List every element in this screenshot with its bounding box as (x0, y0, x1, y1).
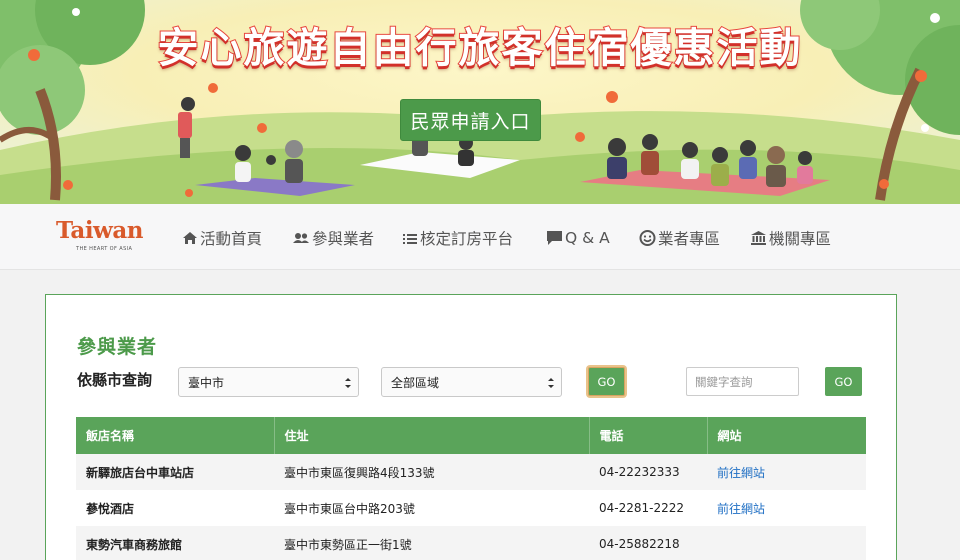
nav-item-vendors[interactable]: 參與業者 (292, 228, 374, 248)
banner-title: 安心旅遊自由行旅客住宿優惠活動 (157, 23, 803, 73)
nav-item-vendor-zone[interactable]: 業者專區 (639, 228, 720, 248)
nav-item-booking-platforms[interactable]: 核定訂房平台 (402, 228, 513, 248)
area-go-button[interactable]: GO (588, 367, 625, 396)
nav-item-home[interactable]: 活動首頁 (182, 228, 262, 248)
list-icon (403, 234, 417, 244)
nav-item-label: 機關專區 (769, 230, 832, 248)
hero-banner: 安心旅遊自由行旅客住宿優惠活動 民眾申請入口 (0, 0, 960, 204)
hotel-website-link[interactable]: 前往網站 (707, 490, 866, 526)
vendors-table: 飯店名稱 住址 電話 網站 新驛旅店台中車站店 臺中市東區復興路4段133號 0… (76, 417, 866, 560)
hotel-website-link[interactable] (707, 526, 866, 560)
taiwan-logo[interactable]: Taiwan THE HEART OF ASIA (56, 218, 156, 258)
column-header: 飯店名稱 (76, 417, 275, 454)
nav-item-agency-zone[interactable]: 機關專區 (750, 228, 831, 248)
district-select-value: 全部區域 (391, 375, 440, 390)
main-navbar: Taiwan THE HEART OF ASIA 活動首頁 參與業者 核定訂房平… (0, 204, 960, 270)
keyword-search-input[interactable]: 關鍵字查詢 (686, 367, 799, 396)
select-arrows-icon (345, 378, 351, 388)
comment-icon (547, 231, 562, 245)
smile-icon (639, 230, 656, 246)
hotel-address: 臺中市東勢區正一街1號 (274, 526, 589, 560)
nav-item-label: Q & A (565, 229, 610, 247)
column-header: 住址 (274, 417, 590, 454)
hotel-address: 臺中市東區復興路4段133號 (274, 454, 589, 490)
home-icon (183, 232, 197, 244)
district-select[interactable]: 全部區域 (381, 367, 562, 397)
logo-tagline: THE HEART OF ASIA (76, 246, 133, 252)
city-select-value: 臺中市 (188, 375, 225, 390)
select-arrows-icon (548, 378, 554, 388)
table-row: 新驛旅店台中車站店 臺中市東區復興路4段133號 04-22232333 前往網… (76, 454, 866, 490)
section-title: 參與業者 (77, 336, 158, 358)
hotel-name: 東勢汽車商務旅館 (76, 526, 274, 560)
table-row: 蔘悅酒店 臺中市東區台中路203號 04-2281-2222 前往網站 (76, 490, 866, 526)
hotel-phone: 04-2281-2222 (599, 501, 685, 515)
hotel-name: 蔘悅酒店 (86, 501, 135, 516)
nav-item-label: 業者專區 (658, 230, 721, 248)
vendors-panel: 參與業者 依縣市查詢 臺中市 全部區域 GO 關鍵字查詢 GO 飯店名稱 住址 … (45, 294, 897, 560)
logo-wordmark: Taiwan (56, 217, 143, 244)
users-icon (293, 233, 309, 243)
hotel-name: 新驛旅店台中車站店 (76, 454, 274, 490)
table-row: 東勢汽車商務旅館 臺中市東勢區正一街1號 04-25882218 (76, 526, 866, 560)
nav-item-qa[interactable]: Q & A (546, 228, 610, 248)
hotel-address: 臺中市東區台中路203號 (284, 501, 415, 516)
nav-item-label: 活動首頁 (200, 230, 263, 248)
table-header-row: 飯店名稱 住址 電話 網站 (76, 417, 866, 454)
nav-item-label: 參與業者 (312, 230, 375, 248)
city-select[interactable]: 臺中市 (178, 367, 359, 397)
filter-label: 依縣市查詢 (77, 371, 153, 389)
column-header: 網站 (707, 417, 866, 454)
public-apply-button[interactable]: 民眾申請入口 (400, 99, 541, 141)
nav-item-label: 核定訂房平台 (420, 230, 514, 248)
hotel-phone: 04-25882218 (589, 526, 707, 560)
column-header: 電話 (589, 417, 708, 454)
hotel-phone: 04-22232333 (589, 454, 707, 490)
bank-icon (751, 231, 766, 245)
keyword-go-button[interactable]: GO (825, 367, 862, 396)
hotel-website-link[interactable]: 前往網站 (707, 454, 866, 490)
